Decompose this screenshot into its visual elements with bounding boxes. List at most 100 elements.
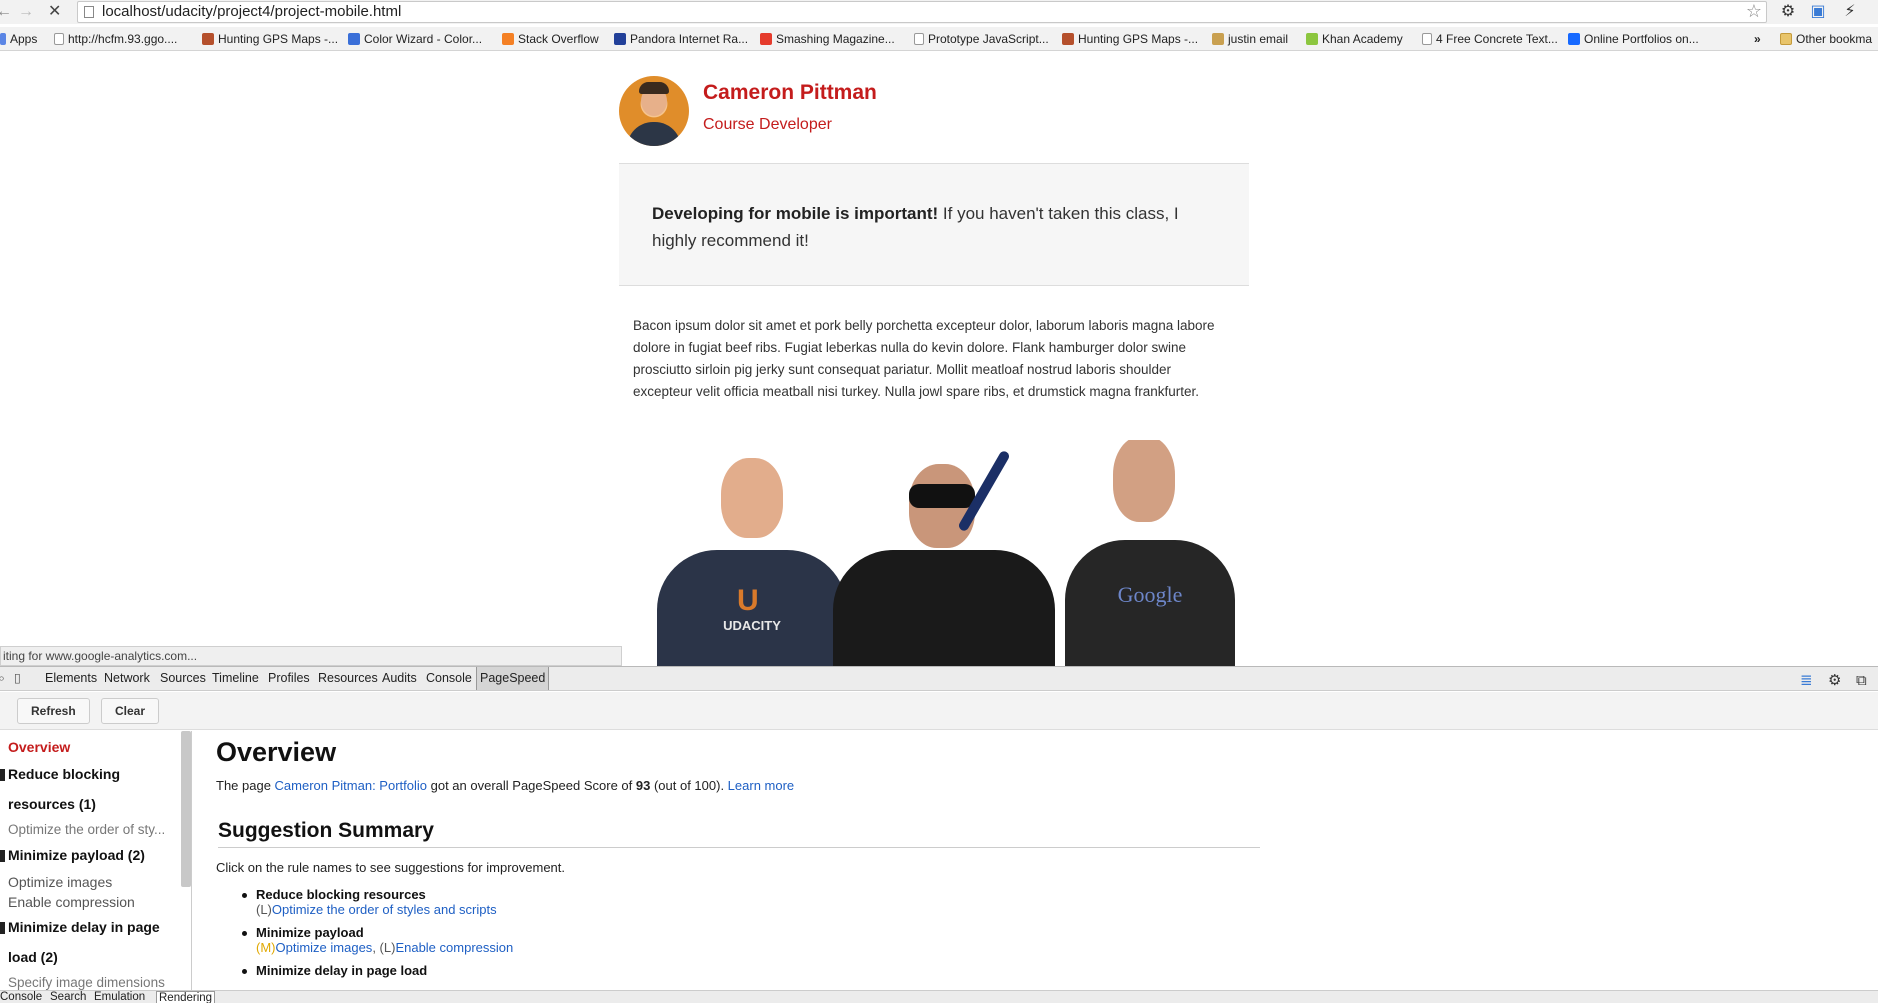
bookmark-stack-overflow[interactable]: Stack Overflow [502, 27, 599, 50]
tab-sources[interactable]: Sources [160, 667, 206, 690]
priority-medium: (M) [256, 940, 276, 955]
suggestion-summary-heading: Suggestion Summary [218, 819, 1260, 848]
show-console-icon[interactable]: ≣ [1800, 669, 1813, 692]
bookmark-other[interactable]: Other bookma [1780, 27, 1872, 50]
profile-name: Cameron Pittman [703, 81, 877, 104]
team-photo: UDACITY U Google [633, 440, 1235, 666]
bookmark-online-portfolios[interactable]: Online Portfolios on... [1568, 27, 1699, 50]
page-viewport: Cameron Pittman Course Developer Develop… [0, 52, 1878, 666]
sidebar-group-payload[interactable]: Minimize payload (2) [8, 847, 145, 863]
browser-status-bar: iting for www.google-analytics.com... [0, 646, 622, 666]
overview-heading: Overview [216, 737, 337, 767]
profile-role: Course Developer [703, 116, 832, 133]
antler-icon [1062, 33, 1074, 45]
sidebar-item-optimize-order[interactable]: Optimize the order of sty... [8, 822, 165, 837]
photo-person-middle [829, 446, 1055, 666]
folder-icon [1780, 33, 1792, 45]
bookmark-khan-academy[interactable]: Khan Academy [1306, 27, 1403, 50]
sidebar-group-blocking-line2[interactable]: resources (1) [8, 796, 96, 812]
behance-icon [1568, 33, 1580, 45]
rule-title[interactable]: Minimize delay in page load [256, 963, 427, 978]
stop-button[interactable]: ✕ [48, 2, 61, 22]
pandora-icon [614, 33, 626, 45]
rule-link-optimize-order[interactable]: Optimize the order of styles and scripts [272, 902, 497, 917]
sidebar-scrollbar[interactable] [181, 731, 191, 887]
bookmark-smashing[interactable]: Smashing Magazine... [760, 27, 895, 50]
refresh-button[interactable]: Refresh [17, 698, 90, 724]
clear-button[interactable]: Clear [101, 698, 160, 724]
color-wizard-icon [348, 33, 360, 45]
sidebar-group-delay-line2[interactable]: load (2) [8, 949, 58, 965]
bookmark-color-wizard[interactable]: Color Wizard - Color... [348, 27, 482, 50]
sidebar-item-overview[interactable]: Overview [8, 739, 70, 755]
tab-profiles[interactable]: Profiles [268, 667, 310, 690]
bookmark-hcfm[interactable]: http://hcfm.93.ggo.... [54, 27, 177, 50]
drawer-tab-rendering[interactable]: Rendering [156, 991, 216, 1003]
pagespeed-sidebar: Overview Reduce blocking resources (1) O… [0, 731, 192, 990]
bookmark-star-icon[interactable]: ☆ [1746, 1, 1762, 21]
rule-link-enable-compression[interactable]: Enable compression [395, 940, 513, 955]
tab-resources[interactable]: Resources [318, 667, 378, 690]
tab-console[interactable]: Console [426, 667, 472, 690]
page-icon [1422, 33, 1432, 45]
page-link[interactable]: Cameron Pitman: Portfolio [275, 778, 427, 793]
settings-gear-icon[interactable]: ⚙ [1828, 669, 1841, 692]
bookmark-hunting-gps-2[interactable]: Hunting GPS Maps -... [1062, 27, 1198, 50]
devtools-tab-bar: ⌕ ▯ Elements Network Sources Timeline Pr… [0, 667, 1878, 691]
priority-low: (L) [256, 902, 272, 917]
sidebar-item-optimize-images[interactable]: Optimize images [8, 874, 112, 890]
rule-title[interactable]: Reduce blocking resources [256, 887, 497, 902]
rule-link-optimize-images[interactable]: Optimize images [276, 940, 373, 955]
extension-bolt-icon[interactable]: ⚡ [1840, 2, 1860, 22]
tab-network[interactable]: Network [104, 667, 150, 690]
antler-icon [202, 33, 214, 45]
bookmark-hunting-gps-1[interactable]: Hunting GPS Maps -... [202, 27, 338, 50]
device-mode-icon[interactable]: ▯ [14, 667, 21, 690]
rule-minimize-payload: Minimize payload (M)Optimize images, (L)… [256, 925, 514, 955]
summary-intro: Click on the rule names to see suggestio… [216, 860, 566, 875]
bookmark-pandora[interactable]: Pandora Internet Ra... [614, 27, 748, 50]
devtools-drawer-tabs: Console Search Emulation Rendering [0, 990, 1878, 1003]
bio-paragraph: Bacon ipsum dolor sit amet et pork belly… [633, 318, 1215, 399]
dive-mask-icon [909, 484, 975, 508]
mail-icon [1212, 33, 1224, 45]
sidebar-group-delay-line1[interactable]: Minimize delay in page [8, 919, 160, 935]
bookmark-concrete-text[interactable]: 4 Free Concrete Text... [1422, 27, 1558, 50]
page-icon [54, 33, 64, 45]
bookmark-justin-email[interactable]: justin email [1212, 27, 1288, 50]
learn-more-link[interactable]: Learn more [728, 778, 794, 793]
tab-elements[interactable]: Elements [45, 667, 97, 690]
drawer-tab-search[interactable]: Search [50, 991, 86, 1003]
sidebar-group-blocking-line1[interactable]: Reduce blocking [8, 766, 120, 782]
url-text: localhost/udacity/project4/project-mobil… [102, 3, 402, 20]
avatar [619, 76, 689, 146]
photo-person-right: Google [1065, 440, 1235, 666]
rule-title[interactable]: Minimize payload [256, 925, 513, 940]
extension-gear-icon[interactable]: ⚙ [1778, 2, 1798, 22]
inspect-icon[interactable]: ⌕ [0, 667, 5, 690]
tab-timeline[interactable]: Timeline [212, 667, 259, 690]
back-button[interactable]: ← [0, 2, 12, 22]
sidebar-item-enable-compression[interactable]: Enable compression [8, 894, 135, 910]
photo-shirt-udacity: UDACITY [723, 618, 781, 633]
bookmark-apps[interactable]: Apps [0, 27, 37, 50]
page-icon [84, 6, 94, 18]
pagespeed-main: Overview The page Cameron Pitman: Portfo… [193, 731, 1878, 990]
photo-person-left: UDACITY U [657, 458, 847, 666]
url-bar[interactable]: localhost/udacity/project4/project-mobil… [77, 1, 1767, 23]
extension-window-icon[interactable]: ▣ [1808, 2, 1828, 22]
forward-button[interactable]: → [18, 2, 34, 22]
tab-audits[interactable]: Audits [382, 667, 417, 690]
bookmark-prototype[interactable]: Prototype JavaScript... [914, 27, 1049, 50]
overview-score-text: The page Cameron Pitman: Portfolio got a… [216, 778, 795, 793]
tab-pagespeed[interactable]: PageSpeed [476, 667, 550, 690]
priority-low: (L) [379, 940, 396, 955]
sidebar-item-image-dimensions[interactable]: Specify image dimensions [8, 975, 165, 990]
drawer-tab-console[interactable]: Console [0, 991, 42, 1003]
undock-icon[interactable]: ⧉ [1856, 669, 1867, 692]
bookmarks-overflow-button[interactable]: » [1754, 27, 1761, 50]
rule-reduce-blocking: Reduce blocking resources (L)Optimize th… [256, 887, 497, 917]
quote-bold: Developing for mobile is important! [652, 204, 939, 223]
bookmarks-bar: Apps http://hcfm.93.ggo.... Hunting GPS … [0, 27, 1878, 51]
drawer-tab-emulation[interactable]: Emulation [94, 991, 145, 1003]
